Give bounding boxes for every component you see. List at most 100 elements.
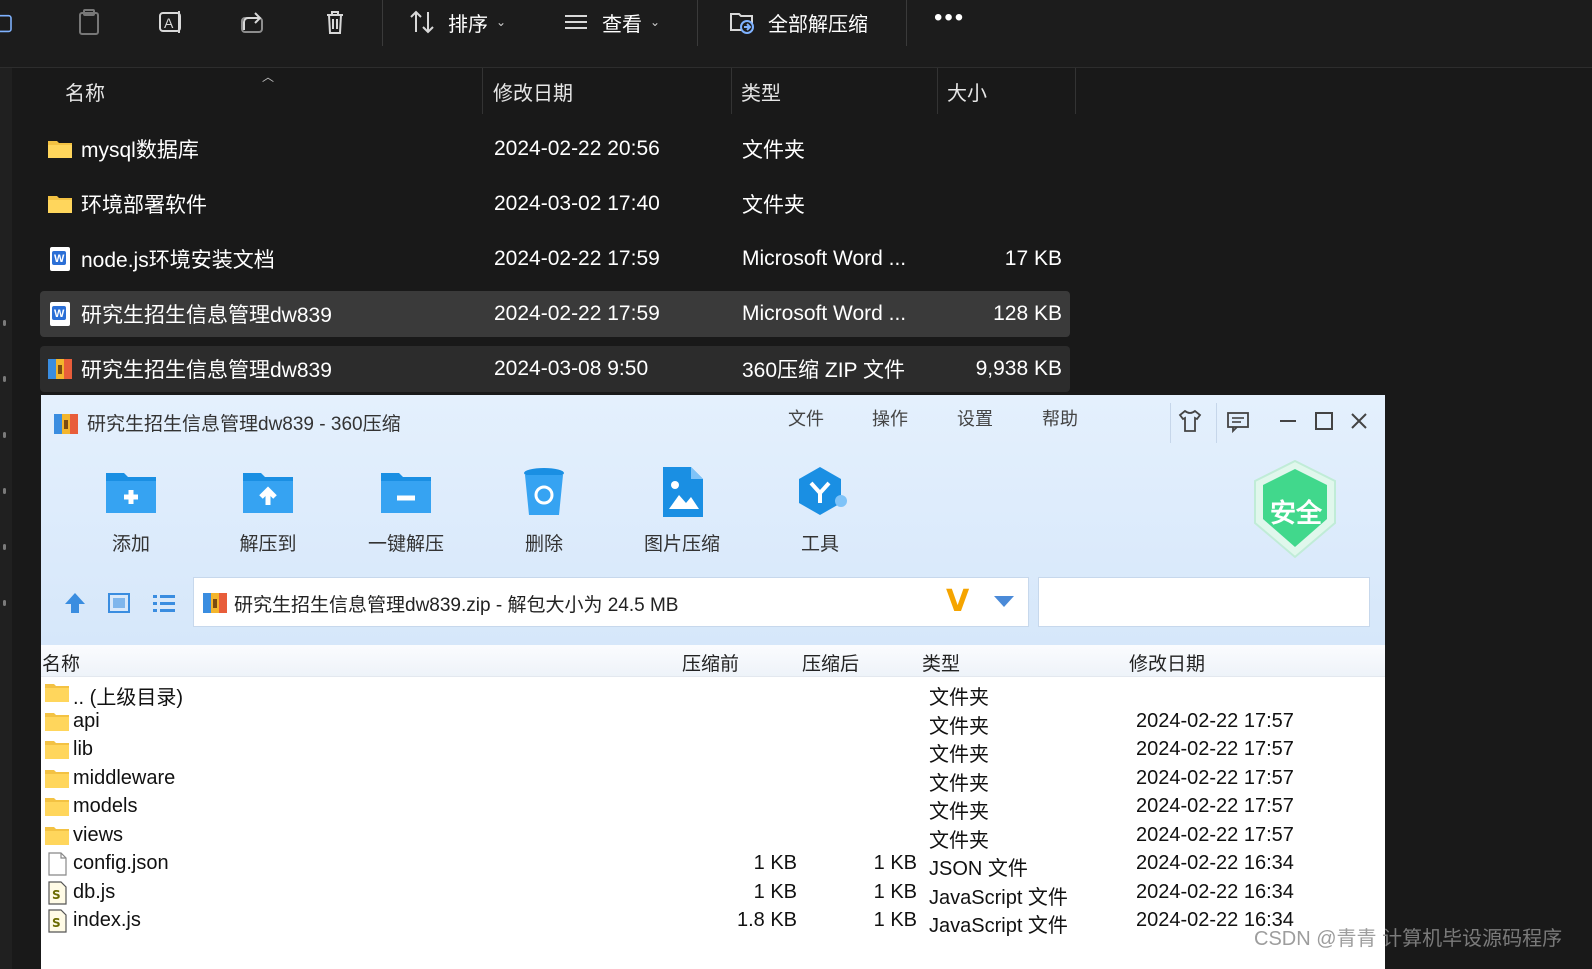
menu-operate[interactable]: 操作 xyxy=(872,405,908,431)
extract-folder-icon xyxy=(730,13,754,34)
word-doc-icon: W xyxy=(50,302,70,326)
archive-row[interactable]: S db.js 1 KB 1 KB JavaScript 文件 2024-02-… xyxy=(41,879,1385,909)
svg-text:A: A xyxy=(164,15,174,31)
up-level-button[interactable] xyxy=(59,587,91,619)
delete-icon[interactable] xyxy=(318,4,352,40)
search-input[interactable] xyxy=(1038,577,1370,627)
file-row[interactable]: 环境部署软件 2024-03-02 17:40 文件夹 xyxy=(40,181,1070,227)
entry-type: 文件夹 xyxy=(929,716,989,738)
tools-button[interactable]: 工具 xyxy=(770,463,870,556)
more-options-button[interactable]: ••• xyxy=(934,4,965,32)
skin-button[interactable] xyxy=(1171,403,1209,439)
file-type: 文件夹 xyxy=(742,139,805,162)
path-dropdown-icon[interactable] xyxy=(994,596,1014,607)
entry-name: models xyxy=(73,795,138,817)
column-header-name[interactable]: 名称 xyxy=(42,649,80,676)
navigation-pane-edge[interactable] xyxy=(0,68,12,969)
zip-window-header: 研究生招生信息管理dw839 - 360压缩 文件 操作 设置 帮助 添加 解压 xyxy=(41,395,1385,645)
rail-marker xyxy=(3,488,6,494)
archive-row[interactable]: models 文件夹 2024-02-22 17:57 xyxy=(41,793,1385,823)
tools-label: 工具 xyxy=(800,534,839,555)
minimize-icon xyxy=(1280,420,1296,422)
minimize-button[interactable] xyxy=(1269,403,1307,439)
column-header-after[interactable]: 压缩后 xyxy=(802,649,859,676)
svg-text:W: W xyxy=(54,308,65,320)
entry-modified: 2024-02-22 17:57 xyxy=(1136,795,1294,817)
image-compress-button[interactable]: 图片压缩 xyxy=(632,463,732,556)
rename-icon[interactable]: A xyxy=(154,4,188,40)
entry-modified: 2024-02-22 17:57 xyxy=(1136,738,1294,760)
entry-name: middleware xyxy=(73,767,176,789)
zip-window: 研究生招生信息管理dw839 - 360压缩 文件 操作 设置 帮助 添加 解压 xyxy=(41,395,1385,969)
column-header-name[interactable]: 名称 xyxy=(65,68,105,114)
file-row-selected[interactable]: W 研究生招生信息管理dw839 2024-02-22 17:59 Micros… xyxy=(40,291,1070,337)
close-icon xyxy=(1351,413,1367,429)
maximize-icon xyxy=(1315,412,1333,430)
file-modified: 2024-02-22 17:59 xyxy=(494,302,660,325)
column-header-modified[interactable]: 修改日期 xyxy=(1129,649,1205,676)
menu-settings[interactable]: 设置 xyxy=(957,405,993,431)
chevron-down-icon: ⌄ xyxy=(650,15,661,29)
close-button[interactable] xyxy=(1340,403,1378,439)
delete-button[interactable]: 删除 xyxy=(494,463,594,556)
paste-icon[interactable] xyxy=(72,4,106,40)
image-compress-icon xyxy=(663,467,703,517)
file-name: 环境部署软件 xyxy=(81,194,207,217)
archive-row[interactable]: S index.js 1.8 KB 1 KB JavaScript 文件 202… xyxy=(41,907,1385,937)
blank-file-icon xyxy=(48,852,67,876)
entry-type: 文件夹 xyxy=(929,744,989,766)
toolbar-divider xyxy=(697,0,698,46)
archive-row[interactable]: config.json 1 KB 1 KB JSON 文件 2024-02-22… xyxy=(41,850,1385,880)
archive-path-box[interactable]: 研究生招生信息管理dw839.zip - 解包大小为 24.5 MB V xyxy=(193,577,1029,627)
archive-row[interactable]: views 文件夹 2024-02-22 17:57 xyxy=(41,822,1385,852)
copy-icon[interactable] xyxy=(0,4,22,40)
column-header-before[interactable]: 压缩前 xyxy=(682,649,739,676)
folder-icon xyxy=(45,713,69,731)
folder-icon xyxy=(45,798,69,816)
feedback-button[interactable] xyxy=(1219,403,1257,439)
column-header-modified[interactable]: 修改日期 xyxy=(493,68,573,114)
extract-all-button[interactable]: 全部解压缩 xyxy=(728,4,868,40)
archive-row[interactable]: lib 文件夹 2024-02-22 17:57 xyxy=(41,736,1385,766)
one-click-extract-button[interactable]: 一键解压 xyxy=(356,463,456,556)
menu-file[interactable]: 文件 xyxy=(788,405,824,431)
column-divider[interactable] xyxy=(937,68,938,114)
archive-row-parent[interactable]: .. (上级目录) 文件夹 xyxy=(41,679,1385,709)
archive-row[interactable]: middleware 文件夹 2024-02-22 17:57 xyxy=(41,765,1385,795)
thumbnail-view-button[interactable] xyxy=(103,587,135,619)
entry-size-before: 1 KB xyxy=(753,881,797,903)
file-modified: 2024-03-02 17:40 xyxy=(494,192,660,215)
add-archive-icon xyxy=(106,473,156,513)
column-divider[interactable] xyxy=(482,68,483,114)
add-button[interactable]: 添加 xyxy=(81,463,181,556)
column-header-type[interactable]: 类型 xyxy=(741,68,781,114)
extract-to-button[interactable]: 解压到 xyxy=(218,463,318,556)
view-button[interactable]: 查看 ⌄ xyxy=(562,4,660,40)
file-modified: 2024-02-22 20:56 xyxy=(494,137,660,160)
entry-type: JavaScript 文件 xyxy=(929,915,1068,937)
list-view-button[interactable] xyxy=(148,587,180,619)
archive-row[interactable]: api 文件夹 2024-02-22 17:57 xyxy=(41,708,1385,738)
word-doc-icon: W xyxy=(50,247,70,271)
extract-to-label: 解压到 xyxy=(239,534,297,555)
file-row[interactable]: W node.js环境安装文档 2024-02-22 17:59 Microso… xyxy=(40,236,1070,282)
share-icon[interactable] xyxy=(236,4,270,40)
menu-help[interactable]: 帮助 xyxy=(1042,405,1078,431)
svg-text:S: S xyxy=(52,888,61,902)
rail-marker xyxy=(3,320,6,326)
add-label: 添加 xyxy=(111,534,150,555)
maximize-button[interactable] xyxy=(1305,403,1343,439)
file-name: 研究生招生信息管理dw839 xyxy=(81,359,332,382)
vip-badge-icon[interactable]: V xyxy=(946,584,969,619)
sort-button[interactable]: 排序 ⌄ xyxy=(408,4,506,40)
entry-modified: 2024-02-22 16:34 xyxy=(1136,881,1294,903)
column-divider[interactable] xyxy=(731,68,732,114)
shirt-icon xyxy=(1178,409,1202,432)
column-header-type[interactable]: 类型 xyxy=(922,649,960,676)
entry-name: index.js xyxy=(73,909,141,931)
file-row[interactable]: mysql数据库 2024-02-22 20:56 文件夹 xyxy=(40,126,1070,172)
rail-marker xyxy=(3,600,6,606)
file-row[interactable]: 研究生招生信息管理dw839 2024-03-08 9:50 360压缩 ZIP… xyxy=(40,346,1070,392)
column-divider[interactable] xyxy=(1075,68,1076,114)
column-header-size[interactable]: 大小 xyxy=(947,68,987,114)
